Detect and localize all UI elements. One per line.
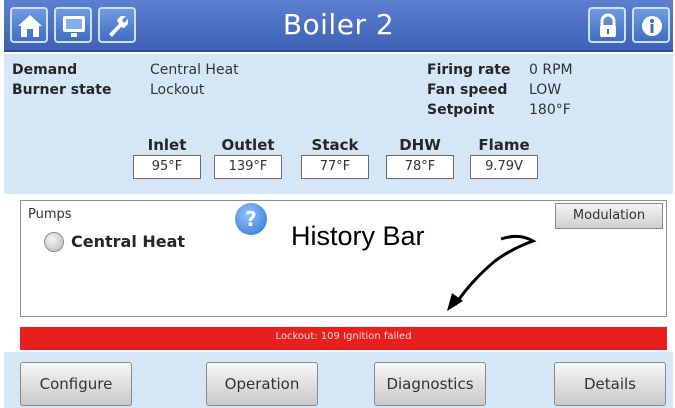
info-button[interactable] — [632, 7, 670, 43]
dhw-label: DHW — [399, 136, 441, 154]
history-bar-callout: History Bar — [291, 221, 425, 251]
flame-label: Flame — [478, 136, 530, 154]
history-bar[interactable]: Lockout: 109 Ignition failed — [20, 327, 667, 350]
burner-state-label: Burner state — [12, 82, 112, 98]
burner-state-value: Lockout — [150, 82, 205, 98]
status-panel: Demand Central Heat Burner state Lockout… — [4, 54, 673, 194]
modulation-button[interactable]: Modulation — [555, 203, 663, 229]
outlet-label: Outlet — [221, 136, 275, 154]
details-button[interactable]: Details — [554, 362, 666, 406]
firing-rate-label: Firing rate — [427, 62, 511, 78]
info-icon — [642, 16, 662, 36]
outlet-value: 139°F — [214, 155, 282, 179]
setpoint-value: 180°F — [529, 102, 571, 118]
fan-speed-label: Fan speed — [427, 82, 508, 98]
inlet-value: 95°F — [133, 155, 201, 179]
central-heat-label[interactable]: Central Heat — [71, 232, 185, 251]
firing-rate-value: 0 RPM — [529, 62, 573, 78]
title-bar: Boiler 2 — [4, 0, 673, 52]
operation-button[interactable]: Operation — [206, 362, 318, 406]
central-heat-radio[interactable] — [44, 232, 64, 252]
callout-arrow-icon — [447, 234, 537, 311]
dhw-value: 78°F — [386, 155, 454, 179]
demand-value: Central Heat — [150, 62, 239, 78]
lock-icon — [600, 13, 616, 37]
flame-value: 9.79V — [470, 155, 538, 179]
page-title: Boiler 2 — [282, 8, 395, 41]
diagnostics-button[interactable]: Diagnostics — [374, 362, 486, 406]
setpoint-label: Setpoint — [427, 102, 495, 118]
help-icon[interactable]: ? — [235, 203, 267, 235]
configure-button[interactable]: Configure — [20, 362, 132, 406]
demand-label: Demand — [12, 62, 78, 78]
pumps-panel: Pumps Central Heat ? Modulation History … — [20, 200, 667, 317]
lock-button[interactable] — [588, 7, 626, 43]
inlet-label: Inlet — [147, 136, 187, 154]
bottom-nav: Configure Operation Diagnostics Details — [4, 352, 673, 408]
fan-speed-value: LOW — [529, 82, 562, 98]
stack-value: 77°F — [301, 155, 369, 179]
boiler-screen: Boiler 2 Demand Central Heat Burner stat… — [0, 0, 675, 408]
pumps-label: Pumps — [28, 207, 72, 222]
stack-label: Stack — [311, 136, 359, 154]
history-bar-text: Lockout: 109 Ignition failed — [275, 331, 412, 342]
